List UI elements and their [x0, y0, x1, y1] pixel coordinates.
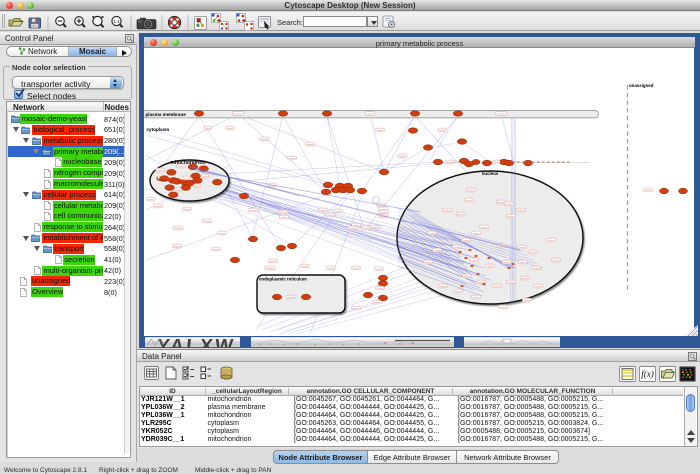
svg-text:endoplasmic reticulum: endoplasmic reticulum [259, 277, 307, 282]
svg-text:mitochondrion: mitochondrion [171, 160, 206, 166]
svg-text:YALXW: YALXW [156, 336, 234, 348]
svg-text:1:1: 1:1 [113, 19, 120, 24]
svg-text:plasma membrane: plasma membrane [146, 112, 187, 117]
svg-text:f(x): f(x) [641, 369, 654, 379]
svg-text:unassigned: unassigned [629, 83, 654, 88]
svg-text:cytoplasm: cytoplasm [147, 127, 170, 132]
svg-text:nucleus: nucleus [482, 171, 499, 176]
